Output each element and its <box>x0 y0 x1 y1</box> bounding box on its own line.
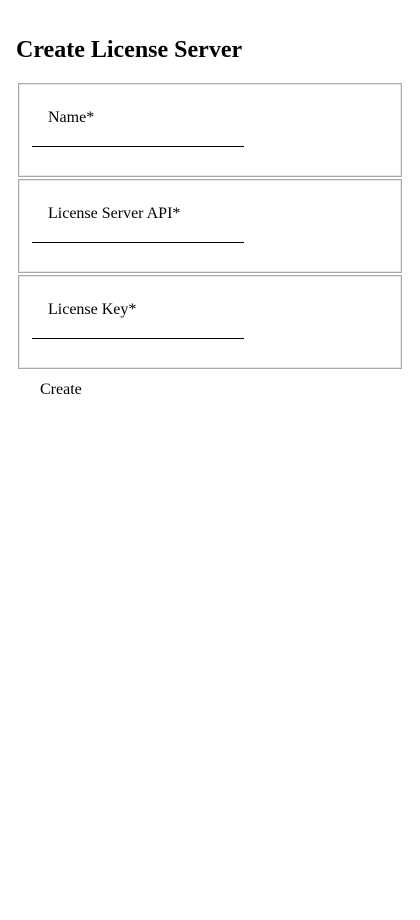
license-key-input[interactable] <box>32 322 244 339</box>
page-title: Create License Server <box>16 37 243 63</box>
create-license-server-form: Name* License Server API* License Key* <box>18 83 402 371</box>
name-field-group: Name* <box>18 83 402 177</box>
license-key-field-group: License Key* <box>18 275 402 369</box>
license-key-label: License Key* <box>48 301 137 318</box>
license-server-api-field-group: License Server API* <box>18 179 402 273</box>
name-input[interactable] <box>32 130 244 147</box>
name-label: Name* <box>48 109 95 126</box>
create-button[interactable]: Create <box>40 381 82 399</box>
license-server-api-input[interactable] <box>32 226 244 243</box>
license-server-api-label: License Server API* <box>48 205 181 222</box>
